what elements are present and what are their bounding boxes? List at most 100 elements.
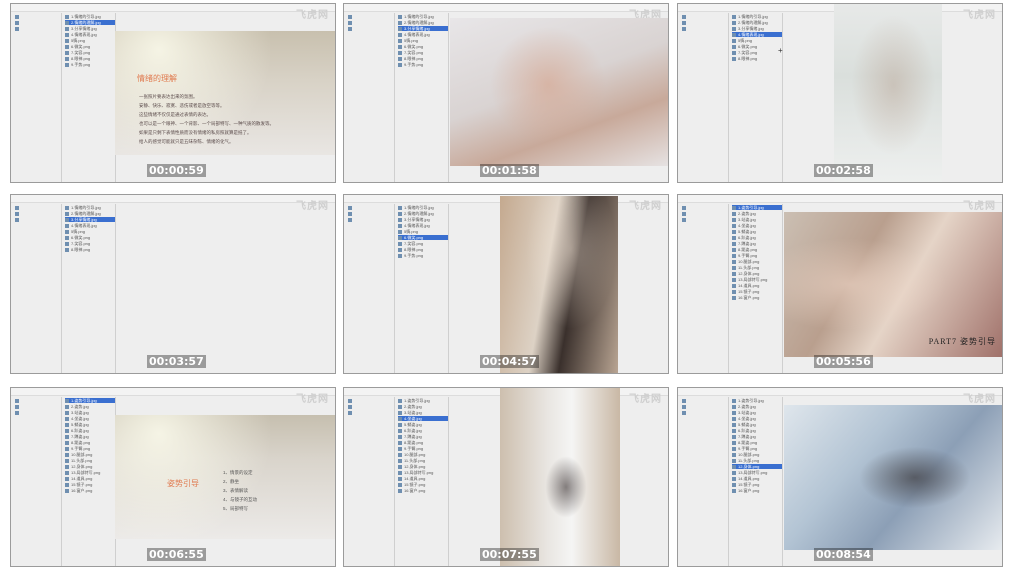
file-tree-item[interactable]: 11.头部.png xyxy=(65,458,115,463)
file-tree-item[interactable]: 7.笑容.png xyxy=(65,241,115,246)
file-tree-item[interactable]: 2.情绪的理解.jpg xyxy=(732,20,782,25)
file-tree-item[interactable]: 3.站姿.jpg xyxy=(398,410,448,415)
file-tree-item[interactable]: 1.姿势引导.jpg xyxy=(732,398,782,403)
file-tree-item[interactable]: 13.局部特写.png xyxy=(398,470,448,475)
file-tree-item[interactable]: 4.情绪表现.jpg xyxy=(732,32,782,37)
file-tree-item[interactable]: 6.趴姿.jpg xyxy=(732,235,782,240)
file-tree-item[interactable]: 2.情绪的理解.jpg xyxy=(65,211,115,216)
video-thumbnail[interactable]: 飞虎网 1.姿势引导.jpg 2.姿势.jpg 3.站姿.jpg 4.坐姿.jpg 5.躺… xyxy=(10,387,336,567)
file-tree-item[interactable]: 5情.png xyxy=(732,38,782,43)
file-tree-item[interactable]: 3.站姿.jpg xyxy=(732,217,782,222)
folder-tree-item[interactable] xyxy=(15,398,59,403)
file-tree-item[interactable]: 14.道具.png xyxy=(732,476,782,481)
file-tree-item[interactable]: 8.眼神.png xyxy=(398,247,448,252)
file-tree-item[interactable]: 9.手臂.png xyxy=(398,446,448,451)
file-tree-item[interactable]: 7.蹲姿.jpg xyxy=(732,434,782,439)
file-tree-item[interactable]: 9.手臂.png xyxy=(732,446,782,451)
file-tree-item[interactable]: 16.窗户.png xyxy=(398,488,448,493)
folder-tree-item[interactable] xyxy=(348,211,392,216)
file-tree-item[interactable]: 2.情绪的理解.jpg xyxy=(65,20,115,25)
file-tree-item[interactable]: 3.站姿.jpg xyxy=(65,410,115,415)
folder-tree-item[interactable] xyxy=(682,398,726,403)
file-tree-item[interactable]: 2.姿势.jpg xyxy=(732,211,782,216)
file-tree-item[interactable]: 11.头部.png xyxy=(398,458,448,463)
file-tree-item[interactable]: 16.窗户.png xyxy=(65,488,115,493)
video-thumbnail[interactable]: 飞虎网 1.姿势引导.jpg 2.姿势.jpg 3.站姿.jpg 4.坐姿.jpg 5.躺… xyxy=(343,387,669,567)
file-tree-item[interactable]: 1.情绪的引导.jpg xyxy=(398,14,448,19)
video-thumbnail[interactable]: 飞虎网 1.情绪的引导.jpg 2.情绪的理解.jpg 3.分享情绪.jpg 4.情绪表… xyxy=(10,194,336,374)
file-tree-item[interactable]: 12.身体.png xyxy=(732,464,782,469)
file-tree-item[interactable]: 6.趴姿.jpg xyxy=(65,428,115,433)
file-tree-item[interactable]: 9.手臂.png xyxy=(65,446,115,451)
file-tree-item[interactable]: 2.情绪的理解.jpg xyxy=(398,20,448,25)
folder-tree-item[interactable] xyxy=(348,410,392,415)
file-tree-item[interactable]: 8.跪姿.png xyxy=(65,440,115,445)
file-tree-item[interactable]: 16.窗户.png xyxy=(732,295,782,300)
file-tree-item[interactable]: 15.镜子.png xyxy=(732,482,782,487)
file-tree-item[interactable]: 4.情绪表现.jpg xyxy=(398,223,448,228)
file-tree-item[interactable]: 4.坐姿.jpg xyxy=(732,223,782,228)
file-tree-item[interactable]: 5情.png xyxy=(65,38,115,43)
file-tree-item[interactable]: 15.镜子.png xyxy=(732,289,782,294)
file-tree-item[interactable]: 4.情绪表现.jpg xyxy=(398,32,448,37)
file-tree-item[interactable]: 11.头部.png xyxy=(732,265,782,270)
video-thumbnail[interactable]: 飞虎网 1.情绪的引导.jpg 2.情绪的理解.jpg 3.分享情绪.jpg 4.情绪表… xyxy=(10,3,336,183)
file-tree-item[interactable]: 8.眼神.png xyxy=(65,247,115,252)
file-tree-item[interactable]: 5.躺姿.jpg xyxy=(732,229,782,234)
file-tree-item[interactable]: 7.蹲姿.jpg xyxy=(732,241,782,246)
file-tree-item[interactable]: 11.头部.png xyxy=(732,458,782,463)
folder-tree-item[interactable] xyxy=(15,14,59,19)
file-tree-item[interactable]: 10.腿部.png xyxy=(398,452,448,457)
file-tree-item[interactable]: 14.道具.png xyxy=(398,476,448,481)
file-tree-item[interactable]: 4.情绪表现.jpg xyxy=(65,223,115,228)
file-tree-item[interactable]: 9.手势.png xyxy=(398,62,448,67)
file-tree-item[interactable]: 5情.png xyxy=(398,229,448,234)
file-tree-item[interactable]: 1.情绪的引导.jpg xyxy=(732,14,782,19)
file-tree-item[interactable]: 3.分享情绪.jpg xyxy=(398,26,448,31)
file-tree-item[interactable]: 13.局部特写.png xyxy=(732,277,782,282)
folder-tree-item[interactable] xyxy=(348,20,392,25)
file-tree-item[interactable]: 5.躺姿.jpg xyxy=(398,422,448,427)
file-tree-item[interactable]: 2.情绪的理解.jpg xyxy=(398,211,448,216)
file-tree-item[interactable]: 5.躺姿.jpg xyxy=(732,422,782,427)
folder-tree-item[interactable] xyxy=(348,217,392,222)
file-tree-item[interactable]: 5.躺姿.jpg xyxy=(65,422,115,427)
file-tree-item[interactable]: 15.镜子.png xyxy=(398,482,448,487)
file-tree-item[interactable]: 1.情绪的引导.jpg xyxy=(65,14,115,19)
folder-tree-item[interactable] xyxy=(348,26,392,31)
folder-tree-item[interactable] xyxy=(348,14,392,19)
folder-tree-item[interactable] xyxy=(682,205,726,210)
file-tree-item[interactable]: 7.笑容.png xyxy=(65,50,115,55)
file-tree-item[interactable]: 13.局部特写.png xyxy=(732,470,782,475)
folder-tree-item[interactable] xyxy=(15,26,59,31)
video-thumbnail[interactable]: 飞虎网 1.情绪的引导.jpg 2.情绪的理解.jpg 3.分享情绪.jpg 4.情绪表… xyxy=(343,3,669,183)
file-tree-item[interactable]: 7.笑容.png xyxy=(732,50,782,55)
folder-tree-item[interactable] xyxy=(682,410,726,415)
file-tree-item[interactable]: 2.姿势.jpg xyxy=(398,404,448,409)
file-tree-item[interactable]: 1.姿势引导.jpg xyxy=(732,205,782,210)
file-tree-item[interactable]: 14.道具.png xyxy=(732,283,782,288)
video-thumbnail[interactable]: 飞虎网 1.姿势引导.jpg 2.姿势.jpg 3.站姿.jpg 4.坐姿.jpg 5.躺… xyxy=(677,387,1003,567)
file-tree-item[interactable]: 6.微笑.png xyxy=(732,44,782,49)
file-tree-item[interactable]: 3.分享情绪.jpg xyxy=(398,217,448,222)
file-tree-item[interactable]: 8.跪姿.png xyxy=(732,440,782,445)
file-tree-item[interactable]: 3.分享情绪.jpg xyxy=(732,26,782,31)
file-tree-item[interactable]: 9.手势.png xyxy=(398,253,448,258)
folder-tree-item[interactable] xyxy=(682,14,726,19)
file-tree-item[interactable]: 3.分享情绪.jpg xyxy=(65,26,115,31)
folder-tree-item[interactable] xyxy=(682,20,726,25)
file-tree-item[interactable]: 9.手势.png xyxy=(65,62,115,67)
video-thumbnail[interactable]: 飞虎网 1.姿势引导.jpg 2.姿势.jpg 3.站姿.jpg 4.坐姿.jpg 5.躺… xyxy=(677,194,1003,374)
file-tree-item[interactable]: 1.姿势引导.jpg xyxy=(398,398,448,403)
folder-tree-item[interactable] xyxy=(15,211,59,216)
file-tree-item[interactable]: 6.趴姿.jpg xyxy=(732,428,782,433)
file-tree-item[interactable]: 6.趴姿.jpg xyxy=(398,428,448,433)
file-tree-item[interactable]: 6.微笑.png xyxy=(65,235,115,240)
folder-tree-item[interactable] xyxy=(15,20,59,25)
file-tree-item[interactable]: 14.道具.png xyxy=(65,476,115,481)
file-tree-item[interactable]: 8.跪姿.png xyxy=(732,247,782,252)
file-tree-item[interactable]: 12.身体.png xyxy=(398,464,448,469)
file-tree-item[interactable]: 4.坐姿.jpg xyxy=(398,416,448,421)
file-tree-item[interactable]: 4.坐姿.jpg xyxy=(65,416,115,421)
file-tree-item[interactable]: 10.腿部.png xyxy=(732,259,782,264)
